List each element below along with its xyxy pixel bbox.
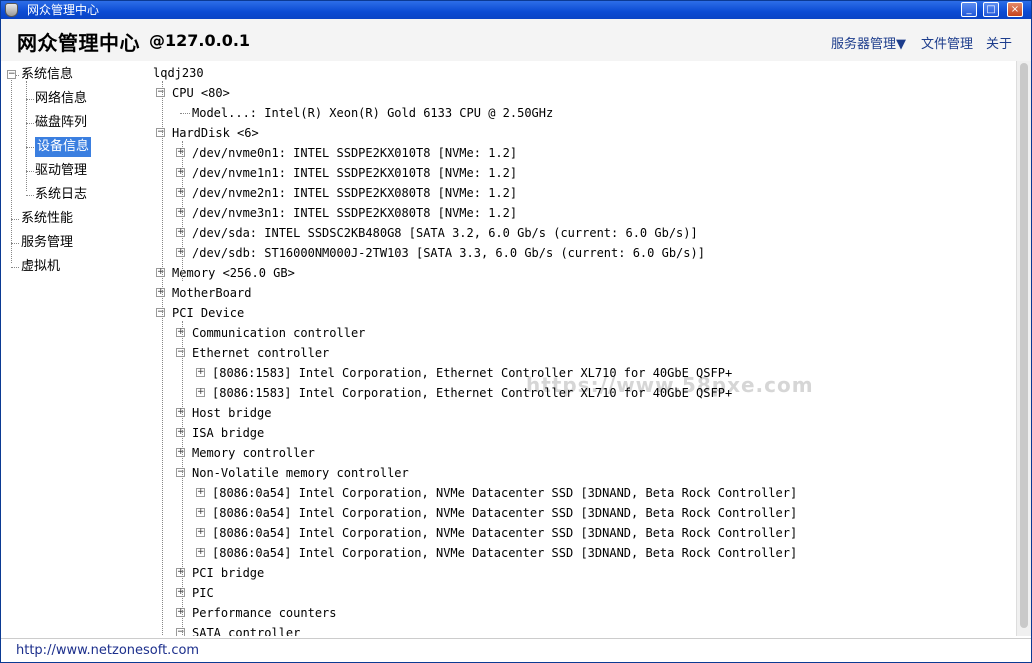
menu-server-management[interactable]: 服务器管理▼	[831, 33, 906, 52]
menu-file-management[interactable]: 文件管理	[921, 33, 973, 52]
expand-icon[interactable]: +	[196, 508, 205, 517]
tree-node[interactable]: [8086:0a54] Intel Corporation, NVMe Data…	[212, 525, 797, 541]
tree-line	[26, 123, 34, 124]
tree-line	[26, 195, 34, 196]
tree-line	[26, 171, 34, 172]
expand-icon[interactable]: +	[176, 148, 185, 157]
tree-node[interactable]: PCI Device	[172, 305, 244, 321]
tree-node[interactable]: /dev/nvme3n1: INTEL SSDPE2KX080T8 [NVMe:…	[192, 205, 517, 221]
tree-node[interactable]: Communication controller	[192, 325, 365, 341]
title-bar[interactable]: 网众管理中心 _ □ ×	[1, 1, 1031, 19]
expand-icon[interactable]: +	[176, 588, 185, 597]
tree-node[interactable]: [8086:1583] Intel Corporation, Ethernet …	[212, 385, 732, 401]
expand-icon[interactable]: +	[176, 408, 185, 417]
tree-line	[180, 113, 190, 114]
tree-line	[26, 147, 34, 148]
tree-node[interactable]: MotherBoard	[172, 285, 251, 301]
status-bar: http://www.netzonesoft.com	[1, 638, 1031, 662]
tree-line	[162, 81, 163, 636]
tree-node[interactable]: [8086:0a54] Intel Corporation, NVMe Data…	[212, 505, 797, 521]
tree-line	[182, 141, 183, 281]
expand-icon[interactable]: +	[176, 448, 185, 457]
vertical-scrollbar[interactable]	[1016, 61, 1031, 636]
close-icon[interactable]: ×	[1007, 2, 1023, 17]
sidebar-item-device-info[interactable]: 设备信息	[35, 137, 92, 157]
collapse-icon[interactable]: −	[156, 308, 165, 317]
tree-node[interactable]: [8086:0a54] Intel Corporation, NVMe Data…	[212, 545, 797, 561]
tree-line	[11, 243, 19, 244]
sidebar-item-driver-management[interactable]: 驱动管理	[35, 161, 87, 181]
tree-node[interactable]: Non-Volatile memory controller	[192, 465, 409, 481]
tree-node[interactable]: Model...: Intel(R) Xeon(R) Gold 6133 CPU…	[192, 105, 553, 121]
expand-icon[interactable]: +	[176, 568, 185, 577]
collapse-icon[interactable]: −	[7, 70, 16, 79]
scrollbar-thumb[interactable]	[1020, 63, 1028, 628]
tree-node[interactable]: [8086:1583] Intel Corporation, Ethernet …	[212, 365, 732, 381]
tree-node[interactable]: /dev/nvme2n1: INTEL SSDPE2KX080T8 [NVMe:…	[192, 185, 517, 201]
expand-icon[interactable]: +	[196, 368, 205, 377]
host-address: @127.0.0.1	[149, 31, 251, 50]
tree-node[interactable]: /dev/nvme1n1: INTEL SSDPE2KX010T8 [NVMe:…	[192, 165, 517, 181]
expand-icon[interactable]: +	[176, 328, 185, 337]
tree-node[interactable]: Performance counters	[192, 605, 337, 621]
maximize-icon[interactable]: □	[983, 2, 999, 17]
sidebar-item-virtual-machine[interactable]: 虚拟机	[21, 257, 60, 277]
tree-line	[11, 219, 19, 220]
sidebar-item-service-management[interactable]: 服务管理	[21, 233, 73, 253]
tree-node[interactable]: PIC	[192, 585, 214, 601]
tree-node[interactable]: /dev/sda: INTEL SSDSC2KB480G8 [SATA 3.2,…	[192, 225, 698, 241]
website-link[interactable]: http://www.netzonesoft.com	[16, 643, 199, 658]
expand-icon[interactable]: +	[156, 268, 165, 277]
device-tree: https://www.58pxe.com lqdj230− CPU <80> Mo…	[146, 61, 1016, 636]
collapse-icon[interactable]: −	[176, 468, 185, 477]
app-window: 网众管理中心 _ □ × 网众管理中心 @127.0.0.1 服务器管理▼ 文件…	[0, 0, 1032, 663]
expand-icon[interactable]: +	[196, 548, 205, 557]
tree-node[interactable]: Host bridge	[192, 405, 271, 421]
tree-line	[11, 75, 12, 263]
tree-node[interactable]: lqdj230	[153, 65, 204, 81]
collapse-icon[interactable]: −	[176, 348, 185, 357]
expand-icon[interactable]: +	[176, 168, 185, 177]
tree-node[interactable]: /dev/sdb: ST16000NM000J-2TW103 [SATA 3.3…	[192, 245, 705, 261]
sidebar-item-system-info[interactable]: 系统信息	[21, 65, 73, 85]
tree-node[interactable]: SATA controller	[192, 625, 300, 636]
collapse-icon[interactable]: −	[156, 128, 165, 137]
expand-icon[interactable]: +	[176, 428, 185, 437]
header: 网众管理中心 @127.0.0.1 服务器管理▼ 文件管理 关于	[1, 19, 1031, 61]
tree-node[interactable]: Memory controller	[192, 445, 315, 461]
collapse-icon[interactable]: −	[156, 88, 165, 97]
window-title: 网众管理中心	[27, 3, 100, 17]
expand-icon[interactable]: +	[176, 228, 185, 237]
sidebar-tree: 系统信息网络信息磁盘阵列设备信息驱动管理系统日志系统性能服务管理虚拟机 −	[1, 61, 146, 636]
tree-node[interactable]: /dev/nvme0n1: INTEL SSDPE2KX010T8 [NVMe:…	[192, 145, 517, 161]
menu-about[interactable]: 关于	[986, 33, 1012, 52]
collapse-icon[interactable]: −	[176, 628, 185, 636]
expand-icon[interactable]: +	[196, 388, 205, 397]
tree-node[interactable]: CPU <80>	[172, 85, 230, 101]
tree-line	[182, 321, 183, 636]
sidebar-item-network-info[interactable]: 网络信息	[35, 89, 87, 109]
expand-icon[interactable]: +	[176, 608, 185, 617]
tree-line	[26, 81, 27, 191]
tree-node[interactable]: Memory <256.0 GB>	[172, 265, 295, 281]
app-name: 网众管理中心	[17, 31, 140, 55]
sidebar-item-system-log[interactable]: 系统日志	[35, 185, 87, 205]
sidebar-item-disk-array[interactable]: 磁盘阵列	[35, 113, 87, 133]
tree-node[interactable]: [8086:0a54] Intel Corporation, NVMe Data…	[212, 485, 797, 501]
expand-icon[interactable]: +	[176, 248, 185, 257]
tree-node[interactable]: Ethernet controller	[192, 345, 329, 361]
expand-icon[interactable]: +	[176, 188, 185, 197]
expand-icon[interactable]: +	[196, 528, 205, 537]
expand-icon[interactable]: +	[156, 288, 165, 297]
tree-node[interactable]: PCI bridge	[192, 565, 264, 581]
expand-icon[interactable]: +	[196, 488, 205, 497]
tree-node[interactable]: ISA bridge	[192, 425, 264, 441]
minimize-icon[interactable]: _	[961, 2, 977, 17]
sidebar-item-system-performance[interactable]: 系统性能	[21, 209, 73, 229]
tree-node[interactable]: HardDisk <6>	[172, 125, 259, 141]
app-icon	[5, 3, 18, 17]
tree-line	[11, 267, 19, 268]
tree-line	[26, 99, 34, 100]
expand-icon[interactable]: +	[176, 208, 185, 217]
